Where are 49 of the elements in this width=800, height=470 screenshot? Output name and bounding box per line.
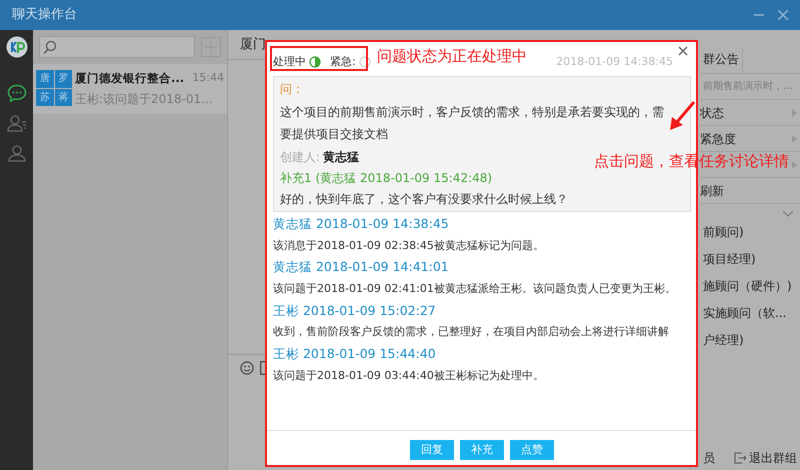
log-header: 王彬 2018-01-09 15:02:27 (273, 302, 437, 320)
menu-item[interactable]: 状态 (700, 104, 724, 122)
creator-label: 创建人: (280, 149, 320, 166)
member-name[interactable]: 施顾问（硬件）) (700, 277, 800, 304)
creator-name: 黄志猛 (323, 149, 360, 166)
conversation-item[interactable]: 唐 罗 苏 蒋 厦门德发银行整合... 15:44 王彬:该问题于2018-01... (33, 64, 227, 114)
window-title: 聊天操作台 (12, 6, 77, 24)
chevron-down-icon[interactable] (782, 210, 794, 217)
annotation-text: 问题状态为正在处理中 (377, 47, 527, 65)
logo-icon (6, 36, 28, 58)
exit-group-link[interactable]: 退出群组 (734, 449, 797, 467)
close-icon[interactable] (678, 46, 688, 56)
emoji-icon[interactable] (240, 361, 254, 375)
conversation-time: 15:44 (192, 70, 224, 86)
exit-icon (734, 452, 746, 464)
member-count-label: 员 (703, 450, 715, 467)
log-text: 该问题于2018-01-09 03:44:40被王彬标记为处理中。 (273, 368, 545, 384)
log-text: 该问题于2018-01-09 02:41:01被黄志猛派给王彬。该问题负责人已变更为王彬。 (273, 281, 677, 297)
chat-title: 厦门 (240, 36, 266, 54)
question-text: 这个项目的前期售前演示时，客户反馈的需求，特别是承若要实现的，需要提供项目交接文档 (280, 104, 665, 143)
log-header: 黄志猛 2018-01-09 14:41:01 (273, 258, 450, 276)
supplement-title: 补充1 (黄志猛 2018-01-09 15:42:48) (280, 170, 492, 187)
member-name[interactable]: 前顾问) (700, 223, 800, 250)
supplement-text: 好的，快到年底了，这个客户有没要求什么时候上线？ (280, 191, 568, 208)
contact-icon[interactable] (6, 114, 26, 132)
conversation-name: 厦门德发银行整合... (75, 70, 184, 87)
user-icon[interactable] (6, 144, 26, 162)
log-header: 王彬 2018-01-09 15:44:40 (273, 344, 437, 363)
log-text: 该消息于2018-01-09 02:38:45被黄志猛标记为问题。 (273, 238, 545, 254)
status-label: 处理中 (273, 54, 306, 70)
progress-icon (309, 56, 321, 68)
question-heading: 问： (280, 81, 304, 98)
notice-preview: 前期售前演示时，... (700, 74, 800, 100)
close-icon[interactable] (778, 10, 788, 20)
menu-item[interactable]: 刷新 (700, 182, 724, 200)
menu-item[interactable]: 紧急度 (700, 130, 736, 148)
conversation-preview: 王彬:该问题于2018-01... (75, 91, 214, 108)
member-name[interactable]: 项目经理) (700, 250, 800, 277)
search-field[interactable] (39, 36, 195, 58)
member-name[interactable]: 实施顾问（软... (700, 304, 800, 331)
search-icon (43, 40, 57, 54)
chat-icon[interactable] (6, 84, 26, 102)
urgent-label: 紧急: (330, 54, 356, 70)
member-name[interactable]: 户经理) (700, 331, 800, 358)
issue-time: 2018-01-09 14:38:45 (556, 54, 673, 70)
log-text: 收到，售前阶段客户反馈的需求，已整理好，在项目内部启动会上将进行详细讲解 (273, 324, 670, 340)
arrow-icon (668, 100, 696, 132)
log-header: 黄志猛 2018-01-09 14:38:45 (273, 215, 450, 233)
notice-tab[interactable]: 群公告 (700, 47, 743, 73)
